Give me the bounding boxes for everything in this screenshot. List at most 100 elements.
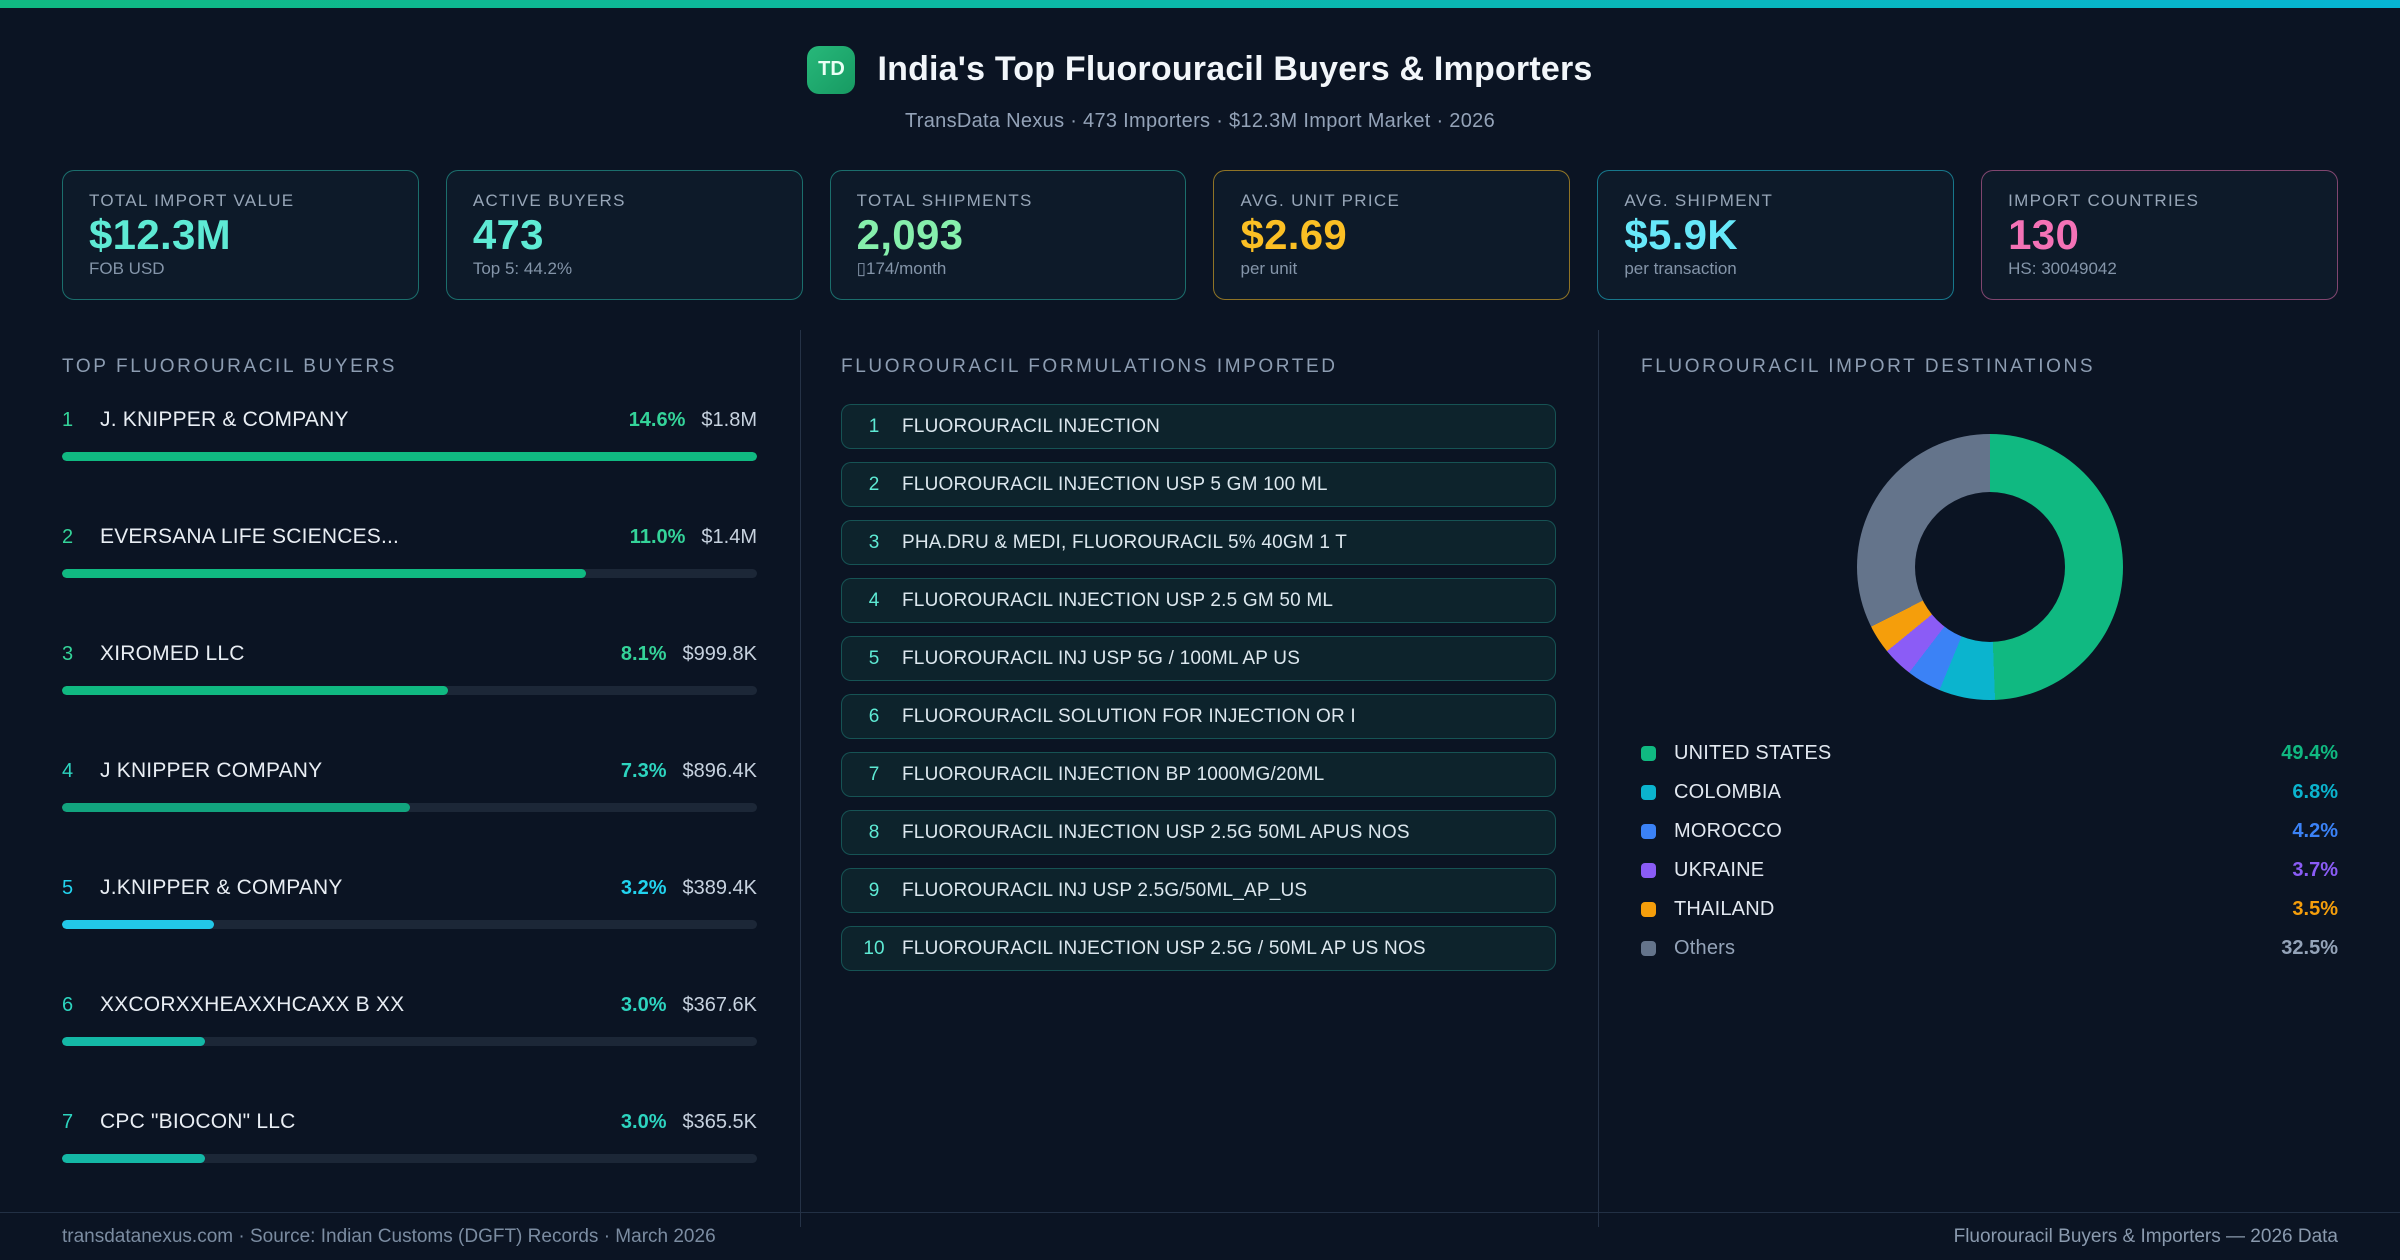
- legend-swatch: [1641, 746, 1656, 761]
- buyer-value: $999.8K: [682, 643, 757, 665]
- legend-swatch: [1641, 863, 1656, 878]
- stat-card-total-shipments: TOTAL SHIPMENTS 2,093 ▯174/month: [829, 170, 1187, 300]
- stat-label: TOTAL SHIPMENTS: [856, 191, 1033, 210]
- legend-label: MOROCCO: [1674, 820, 1783, 842]
- legend-label: COLOMBIA: [1674, 781, 1782, 803]
- buyers-bar-chart: 1 J. KNIPPER & COMPANY 14.6% $1.8M 2 EVE…: [62, 408, 757, 1163]
- legend-swatch: [1641, 941, 1656, 956]
- buyer-name: XIROMED LLC: [100, 642, 245, 665]
- stat-label: ACTIVE BUYERS: [472, 191, 626, 210]
- buyer-rank: 3: [62, 643, 74, 665]
- legend-percent: 3.5%: [2292, 898, 2338, 920]
- header: TD India's Top Fluorouracil Buyers & Imp…: [0, 8, 2400, 170]
- formulation-item: 3 PHA.DRU & MEDI, FLUOROURACIL 5% 40GM 1…: [841, 520, 1556, 565]
- buyer-row: 2 EVERSANA LIFE SCIENCES... 11.0% $1.4M: [62, 525, 757, 578]
- buyer-name: J KNIPPER COMPANY: [100, 759, 323, 782]
- stats-row: TOTAL IMPORT VALUE $12.3M FOB USD ACTIVE…: [62, 170, 2338, 300]
- stat-sub: per unit: [1240, 259, 1298, 278]
- formulation-item: 6 FLUOROURACIL SOLUTION FOR INJECTION OR…: [841, 694, 1556, 739]
- formulation-rank: 5: [868, 647, 880, 669]
- buyer-bar-fill: [62, 569, 586, 578]
- formulation-name: FLUOROURACIL INJ USP 5G / 100ML AP US: [902, 647, 1301, 669]
- formulation-rank: 9: [868, 879, 880, 901]
- formulation-rank: 2: [868, 473, 880, 495]
- formulation-name: FLUOROURACIL INJ USP 2.5G/50ML_AP_US: [902, 879, 1308, 901]
- legend-label: THAILAND: [1674, 898, 1775, 920]
- buyer-row: 4 J KNIPPER COMPANY 7.3% $896.4K: [62, 759, 757, 812]
- stat-label: TOTAL IMPORT VALUE: [89, 191, 295, 210]
- stat-card-total-import-value: TOTAL IMPORT VALUE $12.3M FOB USD: [62, 170, 419, 300]
- formulation-rank: 7: [868, 763, 880, 785]
- buyer-bar-track: [62, 803, 757, 812]
- formulation-name: FLUOROURACIL INJECTION USP 2.5G / 50ML A…: [902, 937, 1426, 959]
- stat-sub: ▯174/month: [856, 259, 947, 278]
- formulation-name: FLUOROURACIL INJECTION USP 2.5 GM 50 ML: [902, 589, 1334, 611]
- buyer-name: CPC "BIOCON" LLC: [100, 1110, 296, 1133]
- formulation-name: FLUOROURACIL INJECTION USP 2.5G 50ML APU…: [902, 821, 1410, 843]
- legend-label: Others: [1674, 937, 1736, 959]
- stat-sub: HS: 30049042: [2008, 259, 2117, 278]
- legend-swatch: [1641, 824, 1656, 839]
- stat-card-active-buyers: ACTIVE BUYERS 473 Top 5: 44.2%: [445, 170, 803, 300]
- formulation-item: 1 FLUOROURACIL INJECTION: [841, 404, 1556, 449]
- formulations-list: 1 FLUOROURACIL INJECTION 2 FLUOROURACIL …: [841, 404, 1556, 971]
- formulation-name: FLUOROURACIL INJECTION BP 1000MG/20ML: [902, 763, 1325, 785]
- buyer-value: $367.6K: [682, 994, 757, 1016]
- buyer-name: XXCORXXHEAXXHCAXX B XX: [100, 993, 405, 1016]
- formulation-rank: 8: [868, 821, 880, 843]
- formulation-rank: 6: [868, 705, 880, 727]
- buyer-rank: 1: [62, 409, 74, 431]
- buyer-row: 7 CPC "BIOCON" LLC 3.0% $365.5K: [62, 1110, 757, 1163]
- page-subtitle: TransData Nexus · 473 Importers · $12.3M…: [905, 109, 1495, 132]
- buyer-percent: 11.0%: [629, 526, 686, 548]
- formulation-item: 7 FLUOROURACIL INJECTION BP 1000MG/20ML: [841, 752, 1556, 797]
- buyer-percent: 7.3%: [620, 760, 667, 782]
- logo-badge: TD: [807, 45, 856, 94]
- buyer-bar-track: [62, 686, 757, 695]
- buyer-value: $365.5K: [682, 1111, 757, 1133]
- buyer-bar-track: [62, 452, 757, 461]
- formulation-rank: 3: [868, 531, 880, 553]
- buyer-bar-fill: [62, 452, 757, 461]
- stat-value: 2,093: [856, 211, 964, 258]
- buyer-bar-track: [62, 1037, 757, 1046]
- stat-value: $5.9K: [1624, 211, 1738, 258]
- stat-label: AVG. SHIPMENT: [1624, 191, 1774, 210]
- legend-swatch: [1641, 785, 1656, 800]
- buyer-bar-track: [62, 569, 757, 578]
- formulation-item: 9 FLUOROURACIL INJ USP 2.5G/50ML_AP_US: [841, 868, 1556, 913]
- buyer-value: $1.8M: [701, 409, 757, 431]
- buyer-row: 3 XIROMED LLC 8.1% $999.8K: [62, 642, 757, 695]
- formulation-item: 8 FLUOROURACIL INJECTION USP 2.5G 50ML A…: [841, 810, 1556, 855]
- footer-source-text: transdatanexus.com · Source: Indian Cust…: [62, 1225, 716, 1247]
- buyer-name: EVERSANA LIFE SCIENCES...: [100, 525, 400, 548]
- legend-percent: 3.7%: [2292, 859, 2338, 881]
- footer-report-label: Fluorouracil Buyers & Importers — 2026 D…: [1953, 1225, 2338, 1247]
- accent-gradient-bar: [0, 0, 2400, 8]
- buyer-bar-fill: [62, 920, 215, 929]
- stat-card-avg-unit-price: AVG. UNIT PRICE $2.69 per unit: [1213, 170, 1571, 300]
- donut-legend: UNITED STATES 49.4% COLOMBIA 6.8% MOROCC…: [1641, 734, 2338, 968]
- formulations-column: FLUOROURACIL FORMULATIONS IMPORTED 1 FLU…: [800, 330, 1598, 1227]
- buyer-name: J. KNIPPER & COMPANY: [100, 408, 349, 431]
- buyer-row: 6 XXCORXXHEAXXHCAXX B XX 3.0% $367.6K: [62, 993, 757, 1046]
- stat-card-avg-shipment: AVG. SHIPMENT $5.9K per transaction: [1597, 170, 1955, 300]
- legend-row: UKRAINE 3.7%: [1641, 851, 2338, 890]
- formulation-rank: 10: [863, 937, 885, 959]
- buyer-percent: 3.0%: [620, 994, 667, 1016]
- buyer-rank: 6: [62, 994, 74, 1016]
- buyer-bar-track: [62, 1154, 757, 1163]
- formulation-name: FLUOROURACIL INJECTION USP 5 GM 100 ML: [902, 473, 1328, 495]
- stat-value: $12.3M: [89, 211, 231, 258]
- legend-row: COLOMBIA 6.8%: [1641, 773, 2338, 812]
- formulation-item: 4 FLUOROURACIL INJECTION USP 2.5 GM 50 M…: [841, 578, 1556, 623]
- buyer-rank: 2: [62, 526, 74, 548]
- buyer-rank: 7: [62, 1111, 74, 1133]
- legend-row: MOROCCO 4.2%: [1641, 812, 2338, 851]
- formulation-item: 5 FLUOROURACIL INJ USP 5G / 100ML AP US: [841, 636, 1556, 681]
- buyer-bar-track: [62, 920, 757, 929]
- buyer-percent: 3.2%: [620, 877, 667, 899]
- legend-percent: 6.8%: [2292, 781, 2338, 803]
- stat-sub: Top 5: 44.2%: [472, 259, 573, 278]
- stat-sub: per transaction: [1624, 259, 1737, 278]
